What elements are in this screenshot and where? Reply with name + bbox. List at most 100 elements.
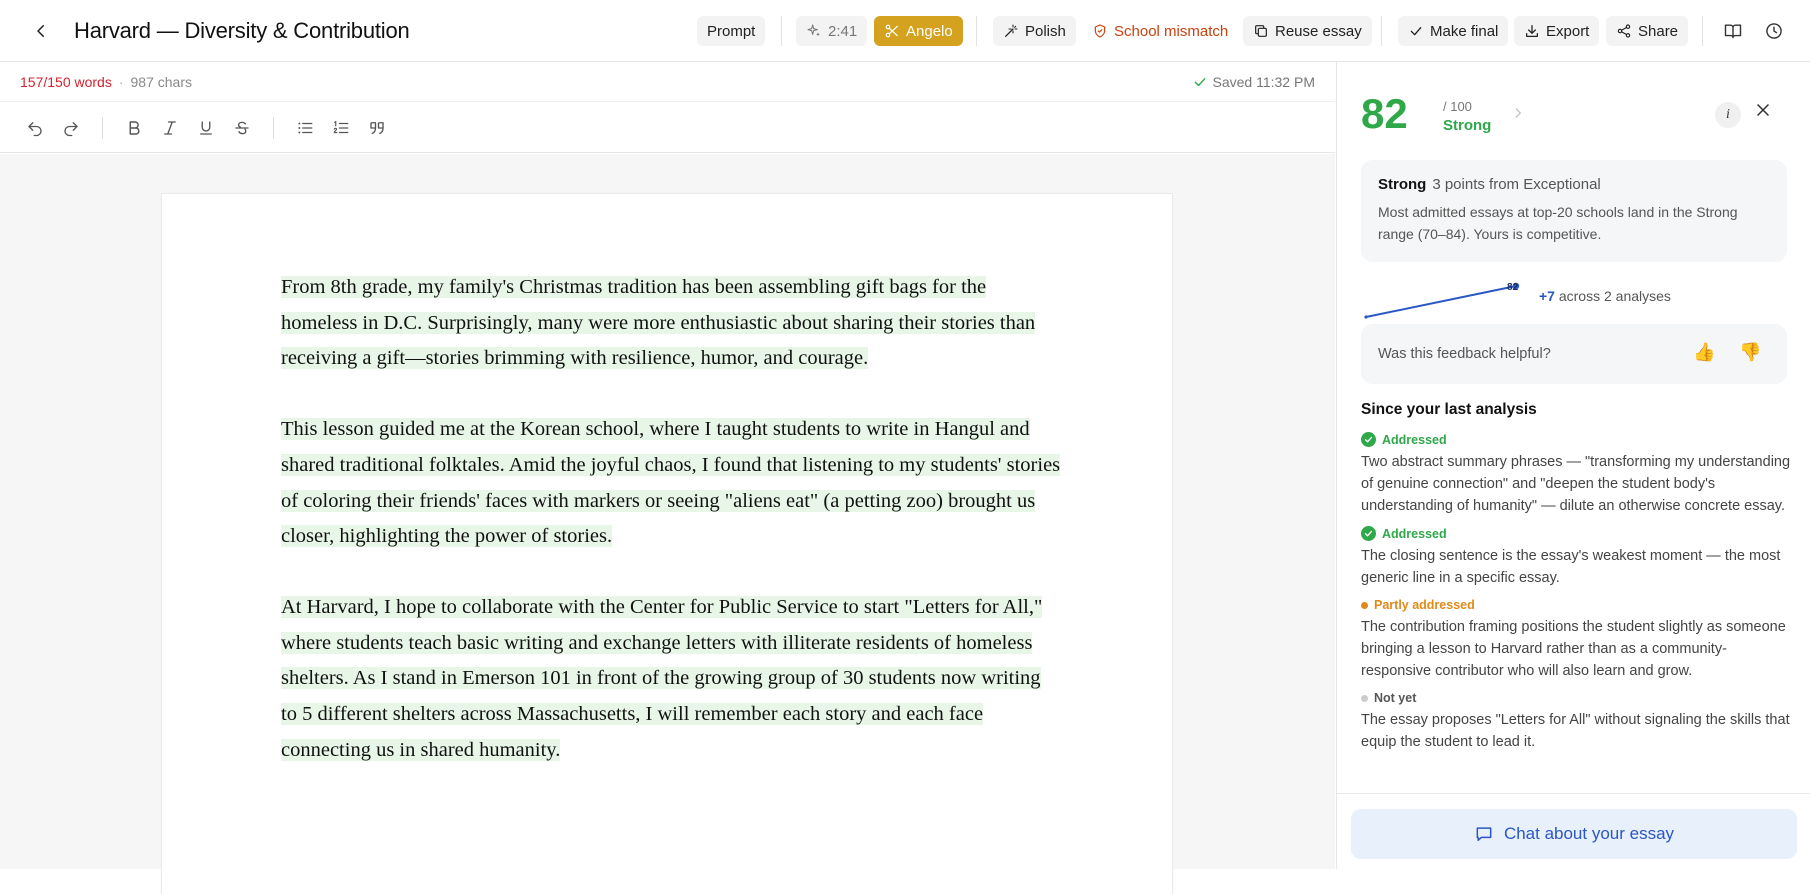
make-final-label: Make final <box>1430 22 1499 40</box>
helpful-question: Was this feedback helpful? <box>1378 346 1551 362</box>
export-label: Export <box>1546 22 1590 40</box>
status-label: Addressed <box>1382 432 1447 447</box>
top-bar: Harvard — Diversity & Contribution Promp… <box>0 0 1810 62</box>
list-item: Addressed Two abstract summary phrases —… <box>1361 432 1791 517</box>
quote-button[interactable] <box>360 111 394 145</box>
prompt-button[interactable]: Prompt <box>697 16 766 46</box>
bullet-list-button[interactable] <box>288 111 322 145</box>
item-text: Two abstract summary phrases — "transfor… <box>1361 454 1791 514</box>
essay-paragraph-text: From 8th grade, my family's Christmas tr… <box>281 276 1036 370</box>
close-panel-button[interactable] <box>1753 100 1773 125</box>
status-separator: · <box>118 73 124 90</box>
quote-icon <box>370 121 384 134</box>
timer-button[interactable]: 2:41 <box>796 16 868 46</box>
undo-icon <box>28 121 42 136</box>
essay-paragraph[interactable]: This lesson guided me at the Korean scho… <box>281 412 1061 555</box>
trend-delta: +7 <box>1539 288 1555 304</box>
download-icon <box>1526 25 1538 37</box>
essay-page[interactable]: From 8th grade, my family's Christmas tr… <box>162 194 1172 894</box>
clock-icon <box>1766 23 1782 39</box>
italic-icon <box>164 120 176 135</box>
status-badge: Not yet <box>1361 691 1791 705</box>
item-text: The essay proposes "Letters for All" wit… <box>1361 712 1790 750</box>
share-label: Share <box>1638 22 1679 40</box>
numbered-list-button[interactable] <box>324 111 358 145</box>
book-open-icon <box>1724 24 1742 39</box>
underline-button[interactable] <box>189 111 223 145</box>
make-final-button[interactable]: Make final <box>1398 16 1509 46</box>
undo-button[interactable] <box>18 111 52 145</box>
back-button[interactable] <box>26 16 56 46</box>
verdict-subtitle: 3 points from Exceptional <box>1432 176 1601 193</box>
redo-button[interactable] <box>54 111 88 145</box>
reuse-essay-label: Reuse essay <box>1275 22 1362 40</box>
thumbs-down-icon[interactable]: 👎 <box>1739 342 1761 363</box>
essay-paragraph-text: This lesson guided me at the Korean scho… <box>281 418 1061 548</box>
copy-icon <box>1255 25 1267 37</box>
essay-paragraph-text: At Harvard, I hope to collaborate with t… <box>281 595 1043 761</box>
trend-point-label: 82 <box>1507 282 1519 293</box>
bullet-list-icon <box>298 122 313 133</box>
toolbar-divider <box>1381 16 1382 46</box>
list-item: Partly addressed The contribution framin… <box>1361 598 1791 682</box>
prompt-label: Prompt <box>707 22 756 40</box>
timer-text: 2:41 <box>828 22 858 40</box>
list-item: Not yet The essay proposes "Letters for … <box>1361 691 1791 753</box>
numbered-list-icon <box>333 120 349 133</box>
thumbs-up-icon[interactable]: 👍 <box>1693 342 1715 363</box>
gray-dot-icon <box>1361 694 1368 702</box>
verdict-body: Most admitted essays at top-20 schools l… <box>1378 204 1738 242</box>
info-button[interactable]: i <box>1715 102 1741 128</box>
export-button[interactable]: Export <box>1514 16 1600 46</box>
persona-button[interactable]: Angelo <box>874 16 963 46</box>
saved-text: Saved 11:32 PM <box>1212 73 1315 90</box>
bold-icon <box>129 120 140 135</box>
polish-button[interactable]: Polish <box>993 16 1076 46</box>
essay-paragraph[interactable]: At Harvard, I hope to collaborate with t… <box>281 590 1061 769</box>
toolbar-divider <box>781 16 782 46</box>
trend-text: across 2 analyses <box>1558 288 1671 304</box>
share-button[interactable]: Share <box>1606 16 1689 46</box>
toolbar-divider <box>273 116 274 139</box>
verdict-heading: Strong 3 points from Exceptional <box>1378 176 1770 193</box>
chevron-left-icon <box>37 24 44 37</box>
check-circle-icon <box>1361 526 1376 541</box>
word-count: 157/150 words <box>20 73 112 90</box>
sparkles-icon <box>807 24 820 37</box>
strikethrough-button[interactable] <box>225 111 259 145</box>
verdict-card: Strong 3 points from Exceptional Most adm… <box>1361 160 1787 262</box>
history-button[interactable] <box>1758 15 1790 47</box>
document-title: Harvard — Diversity & Contribution <box>74 17 410 43</box>
underline-icon <box>200 120 212 135</box>
bold-button[interactable] <box>117 111 151 145</box>
trend-sparkline: 82 <box>1364 282 1520 319</box>
chat-about-essay-button[interactable]: Chat about your essay <box>1351 809 1797 859</box>
analysis-items: Addressed Two abstract summary phrases —… <box>1361 432 1791 792</box>
formatting-toolbar <box>0 103 1335 153</box>
editor-canvas: From 8th grade, my family's Christmas tr… <box>0 154 1335 894</box>
school-mismatch-button[interactable]: School mismatch <box>1082 16 1238 46</box>
reuse-essay-button[interactable]: Reuse essay <box>1243 16 1372 46</box>
shield-alert-icon <box>1094 24 1106 38</box>
chat-footer: Chat about your essay <box>1337 793 1810 869</box>
score-label: Strong <box>1443 117 1492 134</box>
score-details-button[interactable] <box>1511 106 1525 125</box>
char-count: 987 chars <box>130 73 192 90</box>
save-status: Saved 11:32 PM <box>1193 74 1315 90</box>
essay-body[interactable]: From 8th grade, my family's Christmas tr… <box>281 270 1061 803</box>
open-book-button[interactable] <box>1717 15 1749 47</box>
item-text: The contribution framing positions the s… <box>1361 619 1786 679</box>
share-icon <box>1617 24 1631 38</box>
essay-paragraph[interactable]: From 8th grade, my family's Christmas tr… <box>281 270 1061 377</box>
status-label: Partly addressed <box>1374 598 1475 612</box>
editor-status-row: 157/150 words · 987 chars Saved 11:32 PM <box>0 62 1335 102</box>
toolbar-divider <box>1702 16 1703 46</box>
since-last-analysis-title: Since your last analysis <box>1361 401 1537 418</box>
orange-dot-icon <box>1361 601 1368 609</box>
strikethrough-icon <box>235 121 249 134</box>
scissors-icon <box>885 24 898 38</box>
toolbar-divider <box>102 116 103 139</box>
score-header: 82 / 100 Strong i <box>1361 90 1791 150</box>
italic-button[interactable] <box>153 111 187 145</box>
chat-bubble-icon <box>1476 827 1492 841</box>
